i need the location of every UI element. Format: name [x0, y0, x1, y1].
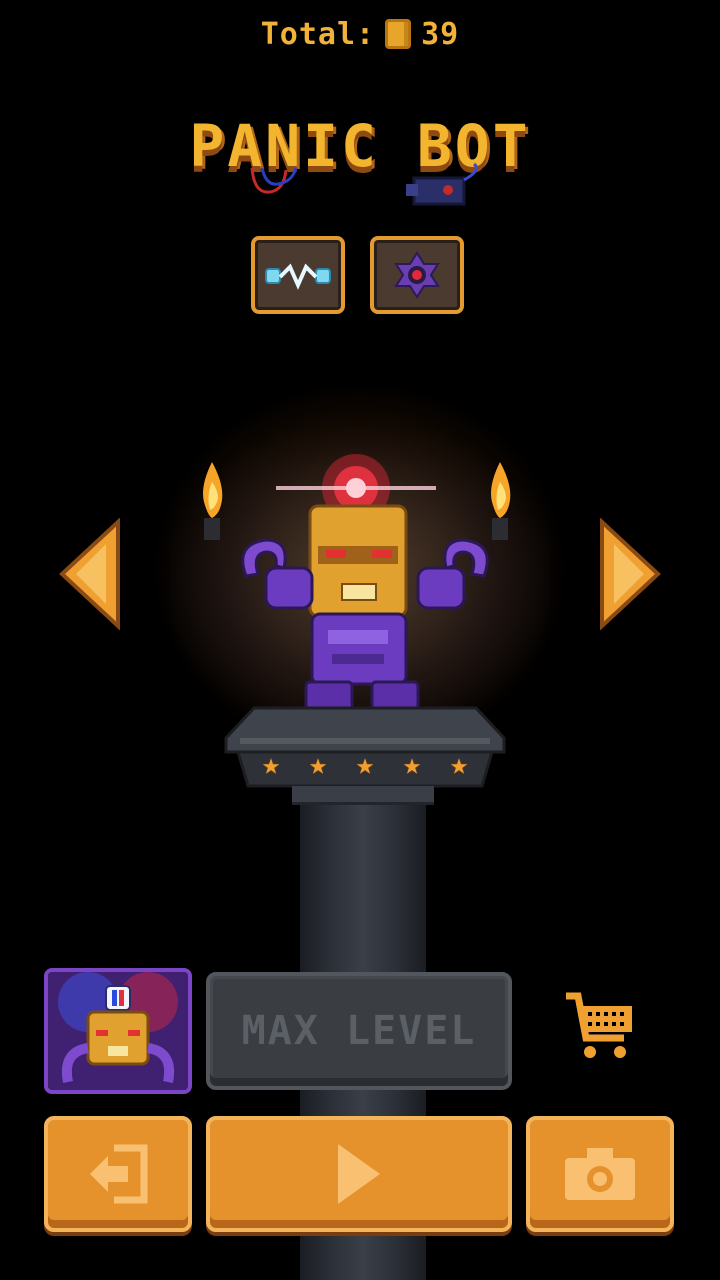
- screenshot-button[interactable]: [526, 1116, 674, 1232]
- star-icon: ★: [449, 747, 468, 782]
- max-level-button[interactable]: MAX LEVEL: [206, 972, 512, 1090]
- play-icon: [338, 1144, 380, 1204]
- character-name: PANIC BOT: [189, 112, 531, 180]
- max-level-label: MAX LEVEL: [241, 1008, 477, 1054]
- total-label: Total:: [260, 16, 376, 52]
- next-character-arrow-icon[interactable]: [600, 518, 662, 630]
- lightning-link-icon: [265, 263, 331, 290]
- character-skin-portrait[interactable]: [44, 968, 192, 1094]
- star-icon: ★: [355, 747, 375, 782]
- ability-slot-2[interactable]: [370, 236, 464, 314]
- camera-decoration-icon: [406, 162, 478, 206]
- ability-slot-1[interactable]: [251, 236, 345, 314]
- star-rating: ★ ★ ★ ★ ★: [262, 748, 468, 782]
- torch-flame-icon: [203, 462, 223, 540]
- coin-icon: [385, 19, 412, 49]
- star-icon: ★: [308, 747, 328, 782]
- stone-column-cap: [292, 786, 434, 805]
- total-coins-value: 39: [421, 16, 460, 52]
- shopping-cart-icon[interactable]: [562, 990, 636, 1062]
- exit-button[interactable]: [44, 1116, 192, 1232]
- previous-character-arrow-icon[interactable]: [58, 518, 120, 630]
- play-button[interactable]: [206, 1116, 512, 1232]
- star-icon: ★: [262, 747, 281, 782]
- red-eye-orb-icon: [394, 251, 440, 299]
- exit-door-icon: [90, 1144, 148, 1204]
- panic-bot-character: [241, 454, 489, 714]
- total-coins-display: Total: 39: [0, 12, 720, 56]
- camera-icon: [565, 1148, 635, 1200]
- star-icon: ★: [402, 747, 422, 782]
- wire-decoration-icon: [250, 167, 298, 194]
- panic-bot-portrait-icon: [48, 972, 188, 1090]
